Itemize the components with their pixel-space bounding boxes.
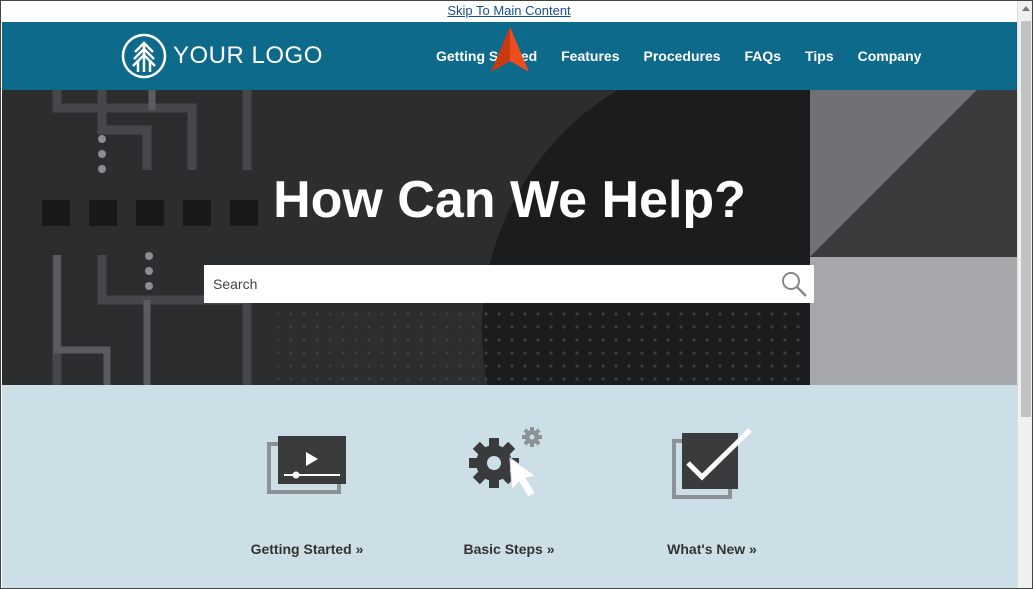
pointer-cursor-icon	[491, 27, 529, 72]
nav-item-company[interactable]: Company	[858, 48, 922, 64]
card-basic-steps[interactable]: Basic Steps »	[419, 425, 599, 557]
nav-item-features[interactable]: Features	[561, 48, 619, 64]
hero-title: How Can We Help?	[273, 171, 746, 229]
card-label-getting-started: Getting Started »	[250, 541, 364, 557]
card-label-whats-new: What's New »	[667, 541, 757, 557]
nav-item-tips[interactable]: Tips	[805, 48, 834, 64]
logo-text: YOUR LOGO	[173, 42, 323, 69]
card-whats-new[interactable]: What's New »	[622, 425, 802, 557]
hero-background-pattern	[2, 90, 1017, 385]
quick-links-section: Getting Started » Basic Steps » What's N…	[2, 385, 1017, 588]
gear-cursor-icon	[469, 427, 542, 498]
hero-banner: How Can We Help?	[2, 90, 1017, 385]
tree-icon	[121, 33, 167, 79]
site-logo[interactable]: YOUR LOGO	[121, 33, 323, 79]
vertical-scrollbar[interactable]	[1017, 1, 1032, 588]
video-icon	[267, 436, 346, 494]
search-input[interactable]	[204, 265, 764, 303]
search-bar	[204, 265, 814, 303]
scrollbar-thumb[interactable]	[1021, 21, 1031, 417]
card-getting-started[interactable]: Getting Started »	[217, 425, 397, 557]
scroll-up-arrow-icon[interactable]	[1022, 6, 1030, 11]
checkbox-icon	[672, 428, 752, 499]
nav-item-procedures[interactable]: Procedures	[643, 48, 720, 64]
nav-item-faqs[interactable]: FAQs	[745, 48, 782, 64]
skip-to-main-content-link[interactable]: Skip To Main Content	[1, 3, 1017, 18]
card-label-basic-steps: Basic Steps »	[463, 541, 555, 557]
browser-frame: Skip To Main Content YOUR LOGO Getting S…	[0, 0, 1033, 589]
search-icon[interactable]	[780, 270, 808, 298]
